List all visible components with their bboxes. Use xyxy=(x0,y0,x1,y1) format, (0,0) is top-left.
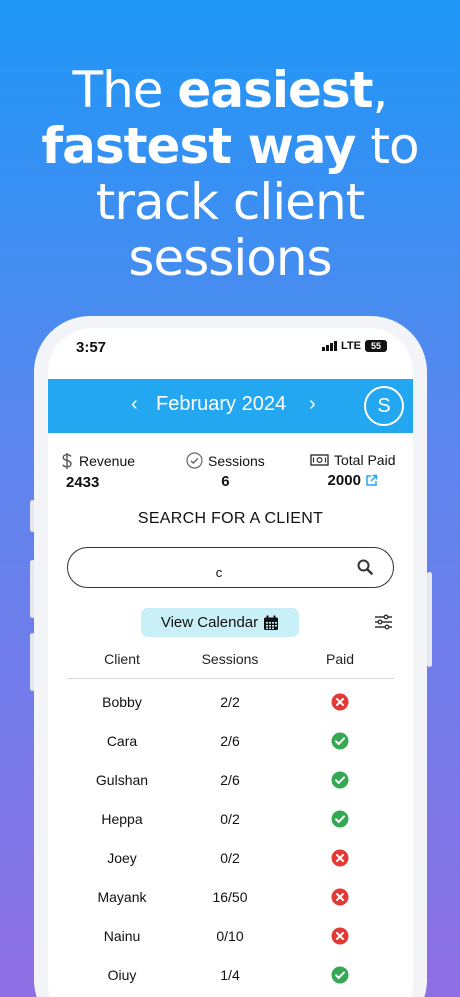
unpaid-x-icon xyxy=(331,693,349,711)
view-calendar-button[interactable]: View Calendar xyxy=(141,608,299,637)
total-paid-label: Total Paid xyxy=(334,452,396,468)
clients-table: Bobby 2/2 Cara 2/6 Gulshan 2/6 Heppa 0/2 Joey 0/2… xyxy=(67,693,394,997)
header-client: Client xyxy=(104,651,140,667)
paid-check-icon xyxy=(331,966,349,984)
filter-sliders-icon[interactable] xyxy=(374,614,393,630)
revenue-value: 2433 xyxy=(66,474,100,491)
client-name: Heppa xyxy=(101,811,143,827)
sessions-stat: Sessions 6 xyxy=(186,452,265,490)
chevron-left-icon[interactable]: ‹ xyxy=(131,393,138,416)
phone-power-button xyxy=(427,572,432,667)
client-sessions: 2/6 xyxy=(220,772,240,788)
table-row[interactable]: Oiuy 1/4 xyxy=(67,966,394,997)
header-sessions: Sessions xyxy=(201,651,259,667)
client-search xyxy=(67,547,394,588)
client-name: Cara xyxy=(106,733,138,749)
month-header: ‹ February 2024 › S xyxy=(48,379,413,433)
calendar-icon xyxy=(264,615,279,630)
sessions-label: Sessions xyxy=(208,452,265,469)
header-paid: Paid xyxy=(325,651,355,667)
paid-check-icon xyxy=(331,810,349,828)
clients-table-header: Client Sessions Paid xyxy=(67,651,394,679)
signal-icon xyxy=(322,341,338,351)
client-sessions: 0/2 xyxy=(220,811,240,827)
search-icon[interactable] xyxy=(357,559,373,575)
chevron-right-icon[interactable]: › xyxy=(309,393,316,416)
external-link-icon[interactable] xyxy=(365,474,378,487)
status-bar: 3:57 LTE 55 xyxy=(48,328,413,368)
check-circle-icon xyxy=(186,452,203,469)
client-sessions: 0/2 xyxy=(220,850,240,866)
table-row[interactable]: Mayank 16/50 xyxy=(67,888,394,927)
table-row[interactable]: Gulshan 2/6 xyxy=(67,771,394,810)
client-sessions: 2/2 xyxy=(220,694,240,710)
table-row[interactable]: Bobby 2/2 xyxy=(67,693,394,732)
unpaid-x-icon xyxy=(331,927,349,945)
status-time: 3:57 xyxy=(76,339,107,356)
client-name: Bobby xyxy=(102,694,142,710)
paid-check-icon xyxy=(331,732,349,750)
table-row[interactable]: Nainu 0/10 xyxy=(67,927,394,966)
paid-check-icon xyxy=(331,771,349,789)
client-name: Oiuy xyxy=(107,967,137,983)
table-row[interactable]: Heppa 0/2 xyxy=(67,810,394,849)
dollar-icon xyxy=(62,453,72,469)
client-name: Nainu xyxy=(103,928,141,944)
client-sessions: 16/50 xyxy=(212,889,248,905)
hero-headline: The easiest, fastest way to track client… xyxy=(41,61,419,287)
revenue-label: Revenue xyxy=(79,453,136,469)
total-paid-value: 2000 xyxy=(327,472,361,489)
view-calendar-label: View Calendar xyxy=(160,614,259,631)
phone-frame: 3:57 LTE 55 ‹ February 2024 › S Revenue xyxy=(34,316,427,997)
search-title: SEARCH FOR A CLIENT xyxy=(137,510,324,527)
table-row[interactable]: Cara 2/6 xyxy=(67,732,394,771)
sessions-value: 6 xyxy=(221,473,230,490)
unpaid-x-icon xyxy=(331,888,349,906)
battery-icon: 55 xyxy=(365,340,387,352)
client-name: Gulshan xyxy=(95,772,149,788)
network-type: LTE xyxy=(341,340,361,352)
client-sessions: 1/4 xyxy=(220,967,240,983)
revenue-stat: Revenue 2433 xyxy=(60,452,135,491)
search-input[interactable] xyxy=(84,554,354,580)
client-name: Joey xyxy=(107,850,137,866)
total-paid-stat: Total Paid 2000 xyxy=(310,452,395,489)
phone-screen: 3:57 LTE 55 ‹ February 2024 › S Revenue xyxy=(48,328,413,997)
client-sessions: 2/6 xyxy=(220,733,240,749)
client-sessions: 0/10 xyxy=(216,928,244,944)
unpaid-x-icon xyxy=(331,849,349,867)
client-name: Mayank xyxy=(97,889,147,905)
cash-icon xyxy=(310,454,329,466)
avatar[interactable]: S xyxy=(364,386,404,426)
table-row[interactable]: Joey 0/2 xyxy=(67,849,394,888)
current-month: February 2024 xyxy=(156,393,287,415)
